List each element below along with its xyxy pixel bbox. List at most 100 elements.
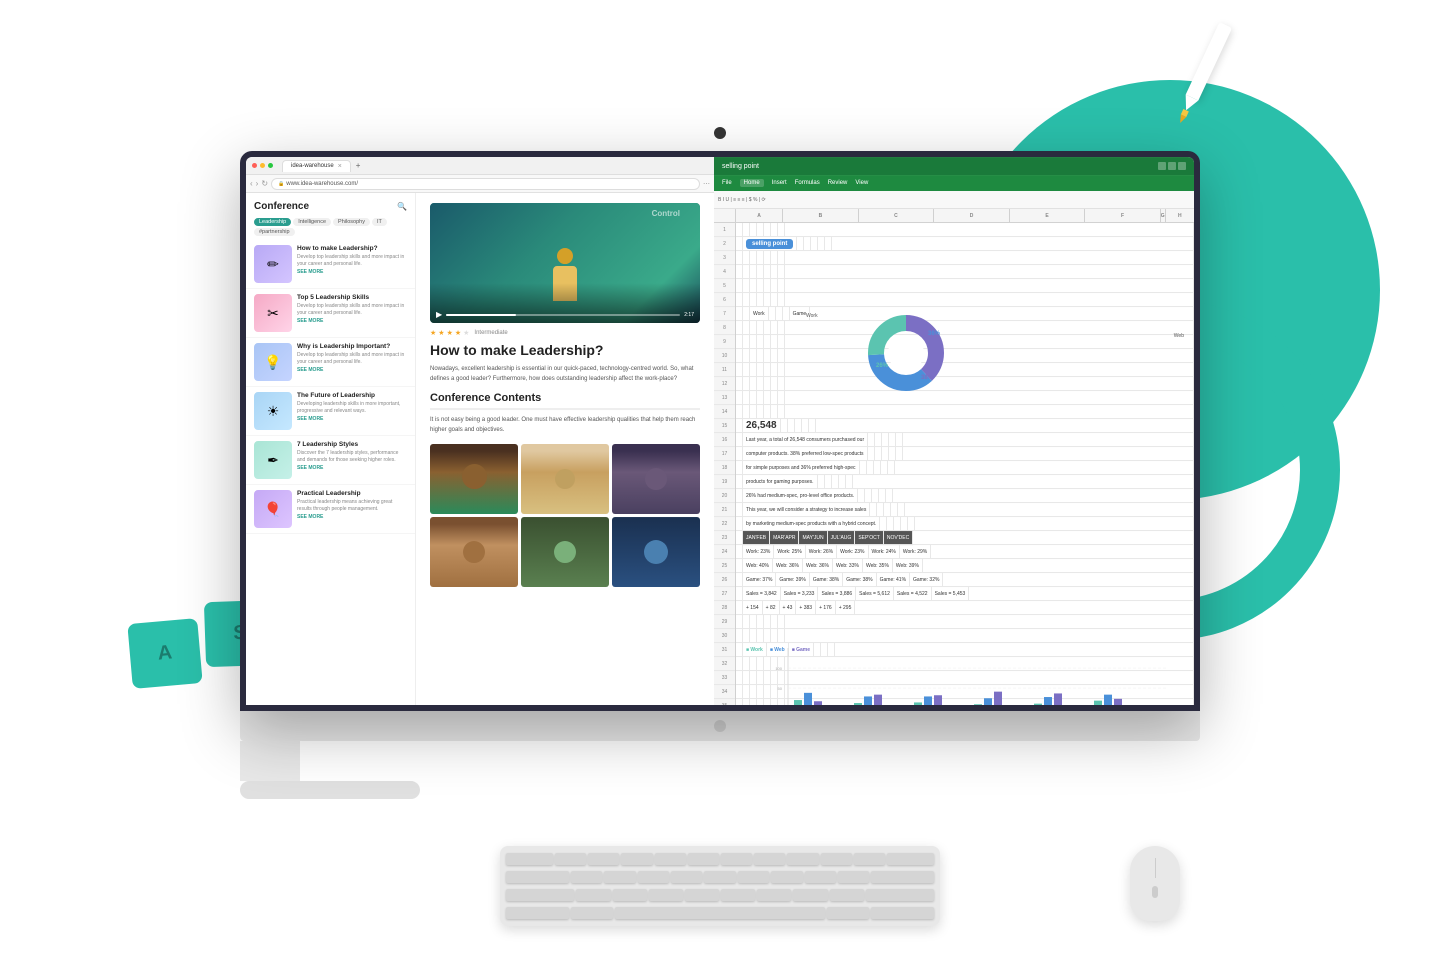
ss-cell[interactable] — [736, 503, 743, 517]
ss-cell[interactable]: NOV'DEC — [884, 531, 913, 545]
ss-cell[interactable] — [785, 405, 1194, 419]
ss-cell[interactable]: Game: 38% — [843, 573, 876, 587]
key-v[interactable] — [685, 889, 719, 901]
ss-cell[interactable] — [825, 237, 832, 251]
ss-cell[interactable]: + 383 — [796, 601, 816, 615]
ss-cell[interactable] — [846, 475, 853, 489]
ss-cell[interactable]: Web: 33% — [833, 559, 863, 573]
ss-cell[interactable] — [785, 377, 1194, 391]
key-j[interactable] — [771, 871, 802, 883]
ss-cell[interactable] — [903, 433, 1194, 447]
ss-cell[interactable] — [743, 629, 750, 643]
ss-cell[interactable] — [764, 363, 771, 377]
ss-cell[interactable]: + 295 — [836, 601, 856, 615]
ss-cell[interactable] — [757, 349, 764, 363]
ss-cell[interactable] — [771, 377, 778, 391]
ss-cell[interactable]: Sales = 4,522 — [894, 587, 932, 601]
ss-cell[interactable] — [757, 629, 764, 643]
ss-cell[interactable] — [889, 447, 896, 461]
video-progress-bar[interactable] — [446, 314, 680, 316]
ss-cell[interactable] — [867, 461, 874, 475]
ss-cell[interactable]: Work: 24% — [869, 545, 900, 559]
key-space[interactable] — [615, 907, 825, 919]
key-backspace[interactable] — [887, 853, 934, 865]
ss-cell[interactable] — [868, 447, 875, 461]
ss-cell[interactable] — [778, 321, 785, 335]
video-controls[interactable]: ▶ 2:17 — [436, 310, 694, 319]
ss-cell[interactable] — [736, 657, 743, 671]
ss-cell[interactable]: Game: 32% — [910, 573, 943, 587]
key-w[interactable] — [588, 853, 619, 865]
ss-cell[interactable] — [743, 377, 750, 391]
ss-cell[interactable] — [764, 293, 771, 307]
ss-cell[interactable] — [893, 489, 1194, 503]
ss-cell[interactable] — [931, 545, 1194, 559]
ss-cell[interactable] — [764, 335, 771, 349]
ss-cell[interactable] — [802, 419, 809, 433]
key-e[interactable] — [621, 853, 652, 865]
ss-cell[interactable] — [785, 629, 1194, 643]
ss-cell[interactable] — [778, 391, 785, 405]
ss-cell[interactable] — [764, 377, 771, 391]
ss-cell[interactable] — [778, 377, 785, 391]
ss-cell[interactable]: computer products. 38% preferred low-spe… — [743, 447, 868, 461]
ss-cell[interactable] — [736, 433, 743, 447]
forward-btn[interactable]: › — [256, 179, 259, 188]
mouse-scroll-wheel[interactable] — [1152, 886, 1158, 898]
ss-cell[interactable] — [743, 699, 750, 705]
ss-cell[interactable] — [743, 335, 750, 349]
ss-cell[interactable] — [736, 279, 743, 293]
key-ctrl[interactable] — [506, 907, 569, 919]
key-x[interactable] — [613, 889, 647, 901]
ss-cell[interactable] — [764, 251, 771, 265]
tab-close[interactable]: × — [338, 163, 342, 170]
ss-cell[interactable] — [764, 615, 771, 629]
ss-cell[interactable]: + 82 — [763, 601, 780, 615]
ss-cell[interactable] — [757, 363, 764, 377]
see-more-1[interactable]: SEE MORE — [297, 269, 407, 275]
ss-cell[interactable] — [757, 223, 764, 237]
ss-cell[interactable]: Web: 36% — [803, 559, 833, 573]
ss-cell[interactable] — [736, 265, 743, 279]
ss-cell[interactable] — [905, 503, 1194, 517]
ss-cell[interactable] — [736, 321, 743, 335]
key-y[interactable] — [721, 853, 752, 865]
key-p[interactable] — [854, 853, 885, 865]
ss-cell[interactable] — [771, 405, 778, 419]
ss-cell[interactable]: Sales = 5,453 — [932, 587, 970, 601]
ss-cell[interactable] — [736, 377, 743, 391]
key-d[interactable] — [638, 871, 669, 883]
key-n[interactable] — [757, 889, 791, 901]
ss-cell[interactable] — [743, 223, 750, 237]
ss-cell[interactable] — [889, 433, 896, 447]
key-enter[interactable] — [871, 871, 934, 883]
ss-cell[interactable] — [750, 293, 757, 307]
ss-cell[interactable] — [750, 335, 757, 349]
ss-cell[interactable]: products for gaming purposes. — [743, 475, 818, 489]
ss-cell[interactable] — [757, 377, 764, 391]
ss-cell[interactable] — [736, 615, 743, 629]
sidebar-card-3[interactable]: 💡 Why is Leadership Important? Develop t… — [246, 338, 415, 387]
ss-cell[interactable]: Web: 39% — [893, 559, 923, 573]
ss-cell[interactable] — [875, 447, 882, 461]
ss-cell[interactable]: for simple purposes and 36% preferred hi… — [743, 461, 860, 475]
ss-cell[interactable] — [736, 531, 743, 545]
ss-cell[interactable] — [743, 657, 750, 671]
ss-cell[interactable] — [816, 419, 1194, 433]
tag-intelligence[interactable]: Intelligence — [293, 218, 331, 226]
ss-cell[interactable] — [771, 223, 778, 237]
sidebar-card-2[interactable]: ✂ Top 5 Leadership Skills Develop top le… — [246, 289, 415, 338]
menu-review[interactable]: Review — [828, 180, 848, 186]
ss-cell[interactable] — [880, 517, 887, 531]
menu-file[interactable]: File — [722, 180, 732, 186]
ss-cell[interactable] — [771, 349, 778, 363]
ss-cell[interactable] — [757, 405, 764, 419]
ss-cell[interactable] — [757, 321, 764, 335]
maximize-btn[interactable] — [268, 163, 273, 168]
ss-cell[interactable] — [771, 363, 778, 377]
ss-cell[interactable] — [778, 251, 785, 265]
ss-cell[interactable] — [764, 349, 771, 363]
url-bar[interactable]: 🔒 www.idea-warehouse.com/ — [271, 178, 700, 190]
browser-tab[interactable]: idea-warehouse × — [282, 160, 351, 172]
menu-home[interactable]: Home — [740, 179, 764, 187]
